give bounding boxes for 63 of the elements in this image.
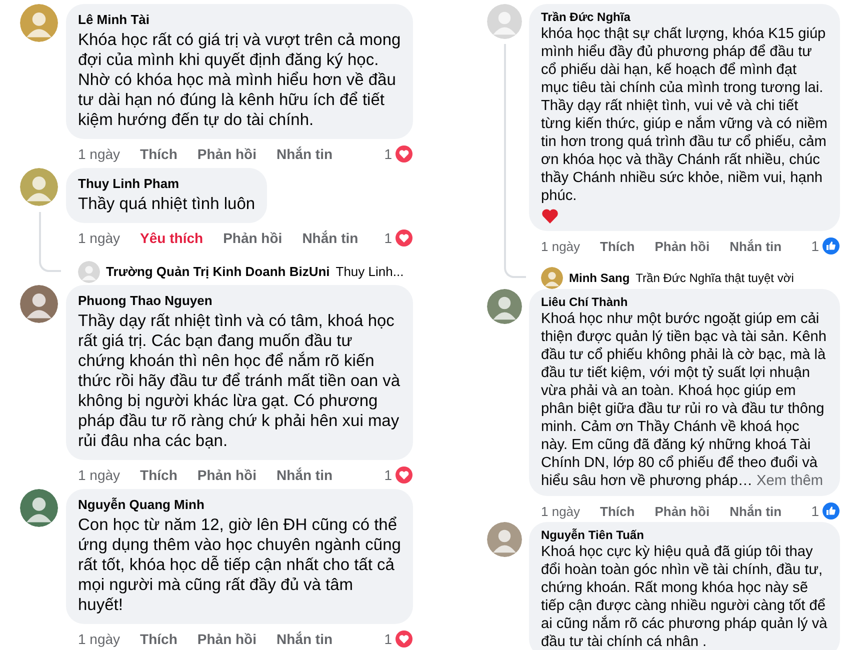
reply-preview-text[interactable]: Trần Đức Nghĩa thật tuyệt vời — [636, 271, 794, 285]
reply-link[interactable]: Phản hồi — [654, 504, 710, 518]
avatar[interactable] — [487, 289, 522, 324]
avatar[interactable] — [20, 285, 58, 324]
commenter-name[interactable]: Thuy Linh Pham — [78, 174, 256, 194]
comment-time[interactable]: 1 ngày — [78, 230, 120, 246]
avatar[interactable] — [20, 168, 58, 206]
message-link[interactable]: Nhắn tin — [302, 230, 358, 246]
heart-emoji-icon — [541, 207, 559, 225]
heart-reaction-icon — [395, 145, 413, 163]
commenter-name[interactable]: Trần Đức Nghĩa — [541, 9, 828, 25]
heart-reaction-icon — [395, 228, 413, 247]
comment-text: khóa học thật sự chất lượng, khóa K15 giúp mình hiểu đầy đủ phương pháp để đầu tư cổ phiếu dài hạn, kế hoạch để mình đạt mục tiêu tài chính của mình trong tương lai. Thầy dạy rất nhiệt tình, vui vẻ và chi tiết từng kiến thức, giúp e nắm vững và có niềm tin hơn trong quá trình đầu tư cổ phiếu, cảm ơn khóa học và thầy Chánh rất nhiều, chúc thầy Chánh nhiều sức khỏe, niềm vui, hạnh phúc. — [541, 25, 828, 205]
comment-time[interactable]: 1 ngày — [78, 146, 120, 162]
avatar[interactable] — [20, 4, 58, 42]
comment-text: Thầy quá nhiệt tình luôn — [78, 194, 256, 214]
commenter-name[interactable]: Liêu Chí Thành — [541, 294, 828, 310]
comment-text: Khoá học như một bước ngoặt giúp em cải thiện được quản lý tiền bạc và tài sản. Kênh đầu tư cổ phiếu không phải là cờ bạc, mà là đầu tư tiết kiệm, với một tỷ suất lợi nhuận vừa phải và an toàn. Khoá học giúp em phân biệt giữa đầu tư rủi ro và đầu tư thông minh. Cảm ơn Thầy Chánh về khoá học này. Em cũng đã đăng ký những khoá Tài Chính DN, lớp 80 cổ phiếu để theo đuổi và hiểu sâu hơn về phương pháp… Xem thêm — [541, 310, 828, 490]
reply-link[interactable]: Phản hồi — [654, 238, 710, 254]
thumbs-up-icon — [822, 237, 840, 255]
reply-author[interactable]: Minh Sang — [569, 271, 630, 285]
like-link[interactable]: Thích — [600, 504, 635, 518]
reaction-count: 1 — [384, 467, 392, 484]
message-link[interactable]: Nhắn tin — [730, 504, 782, 518]
avatar[interactable] — [20, 489, 58, 528]
avatar[interactable] — [541, 267, 563, 289]
message-link[interactable]: Nhắn tin — [276, 467, 333, 484]
comment-text: Con học từ năm 12, giờ lên ĐH cũng có thể ứng dụng thêm vào học chuyên ngành cũng rất tốt, khóa học dễ tiếp cận nhất cho tất cả mọi người mà cũng rất đầy đủ và tâm huyết! — [78, 515, 401, 616]
comment-time[interactable]: 1 ngày — [541, 504, 580, 518]
commenter-name[interactable]: Lê Minh Tài — [78, 10, 401, 30]
reply-link[interactable]: Phản hồi — [197, 146, 257, 162]
reply-author[interactable]: Trường Quản Trị Kinh Doanh BizUni — [106, 264, 330, 280]
avatar[interactable] — [487, 522, 522, 557]
like-link[interactable]: Thích — [600, 238, 635, 254]
comment-text: Thầy dạy rất nhiệt tình và có tâm, khoá học rất giá trị. Các bạn đang muốn đầu tư chứng khoán thì nên học để nắm rõ kiến thức rồi hãy đầu tư để tránh mất tiền oan và không bị người khác lừa gạt. Có phương pháp đầu tư rõ ràng chứ k phải hên xui may rủi đâu nha các bạn. — [78, 311, 401, 452]
comment-time[interactable]: 1 ngày — [78, 631, 120, 648]
comment-time[interactable]: 1 ngày — [78, 467, 120, 484]
like-link[interactable]: Yêu thích — [140, 230, 204, 246]
reaction-count: 1 — [384, 230, 392, 246]
like-link[interactable]: Thích — [140, 467, 178, 484]
comment-text: Khoá học cực kỳ hiệu quả đã giúp tôi thay đổi hoàn toàn góc nhìn về tài chính, đầu tư, chứng khoán. Rất mong khóa học này sẽ tiếp cận được càng nhiều người càng tốt để ai cũng nắm rõ các phương pháp quản lý và đầu tư tài chính cá nhân . — [541, 543, 828, 650]
like-link[interactable]: Thích — [140, 146, 178, 162]
thread-line — [39, 212, 61, 272]
see-more-link[interactable]: Xem thêm — [756, 473, 824, 489]
reaction-count: 1 — [811, 503, 819, 519]
message-link[interactable]: Nhắn tin — [730, 238, 782, 254]
reaction-count: 1 — [384, 146, 392, 162]
comment-time[interactable]: 1 ngày — [541, 238, 580, 254]
like-link[interactable]: Thích — [140, 631, 178, 648]
reply-preview-text[interactable]: Thuy Linh... — [336, 264, 404, 280]
reply-link[interactable]: Phản hồi — [197, 631, 257, 648]
message-link[interactable]: Nhắn tin — [276, 631, 333, 648]
reply-link[interactable]: Phản hồi — [197, 467, 257, 484]
commenter-name[interactable]: Phuong Thao Nguyen — [78, 291, 401, 312]
commenter-name[interactable]: Nguyễn Tiên Tuấn — [541, 527, 828, 543]
reaction-count: 1 — [384, 631, 392, 648]
thumbs-up-icon — [822, 502, 840, 520]
commenter-name[interactable]: Nguyễn Quang Minh — [78, 495, 401, 516]
reply-link[interactable]: Phản hồi — [223, 230, 282, 246]
comment-text: Khóa học rất có giá trị và vượt trên cả mong đợi của mình khi quyết định đăng ký học. Nhờ có khóa học mà mình hiểu hơn về đầu tư dài hạn nó đúng là kênh hữu ích để tiết kiệm hướng đến tự do tài chính. — [78, 30, 401, 130]
heart-reaction-icon — [395, 466, 413, 484]
reaction-count: 1 — [811, 238, 819, 254]
message-link[interactable]: Nhắn tin — [276, 146, 333, 162]
